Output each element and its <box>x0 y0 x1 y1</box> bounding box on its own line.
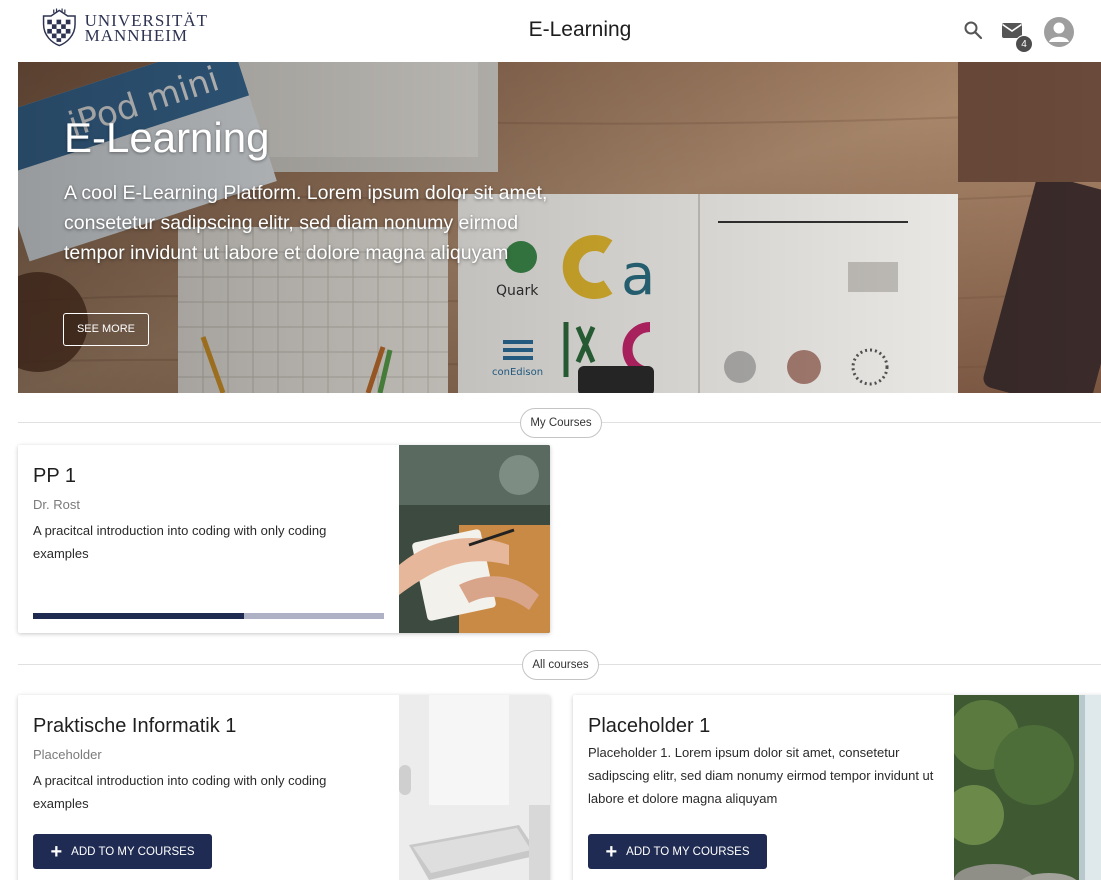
add-button-label: ADD TO MY COURSES <box>626 845 750 858</box>
course-title: Placeholder 1 <box>588 715 711 737</box>
course-teacher: Dr. Rost <box>33 497 80 512</box>
my-courses-chip[interactable]: My Courses <box>520 408 602 438</box>
mail-count-badge: 4 <box>1015 35 1033 53</box>
course-title: Praktische Informatik 1 <box>33 715 237 737</box>
hero-banner: iPod mini Quark a conEdison <box>18 62 1101 393</box>
app-header: UNIVERSITÄT MANNHEIM E-Learning 4 <box>0 0 1101 62</box>
course-description: A pracitcal introduction into coding wit… <box>33 523 327 561</box>
add-button-label: ADD TO MY COURSES <box>71 845 195 858</box>
logo-text: UNIVERSITÄT MANNHEIM <box>84 12 208 45</box>
course-image <box>954 695 1101 880</box>
plus-icon: + <box>50 840 63 863</box>
course-teacher: Placeholder <box>33 747 102 762</box>
course-image <box>399 695 550 880</box>
all-courses-chip[interactable]: All courses <box>522 650 599 680</box>
hero-description: A cool E-Learning Platform. Lorem ipsum … <box>64 182 548 264</box>
add-to-my-courses-button[interactable]: + ADD TO MY COURSES <box>33 834 212 869</box>
logo-line-2: MANNHEIM <box>84 26 188 45</box>
course-progress-bar <box>33 613 384 619</box>
course-card-pp1[interactable]: PP 1 Dr. Rost A pracitcal introduction i… <box>18 445 550 633</box>
crest-icon <box>42 8 76 47</box>
search-icon[interactable] <box>963 20 983 40</box>
add-to-my-courses-button[interactable]: + ADD TO MY COURSES <box>588 834 767 869</box>
course-progress-fill <box>33 613 244 619</box>
course-image <box>399 445 550 633</box>
course-description: A pracitcal introduction into coding wit… <box>33 773 327 811</box>
course-card-placeholder-1[interactable]: Placeholder 1 Placeholder 1. Lorem ipsum… <box>573 695 1101 880</box>
see-more-button[interactable]: SEE MORE <box>63 313 149 346</box>
page-title: E-Learning <box>528 18 632 41</box>
course-description: Placeholder 1. Lorem ipsum dolor sit ame… <box>588 745 934 806</box>
hero-title: E-Learning <box>64 114 270 161</box>
plus-icon: + <box>605 840 618 863</box>
university-logo[interactable]: UNIVERSITÄT MANNHEIM <box>38 6 208 50</box>
course-card-praktische-informatik-1[interactable]: Praktische Informatik 1 Placeholder A pr… <box>18 695 550 880</box>
course-title: PP 1 <box>33 465 76 487</box>
account-icon[interactable] <box>1044 17 1074 47</box>
